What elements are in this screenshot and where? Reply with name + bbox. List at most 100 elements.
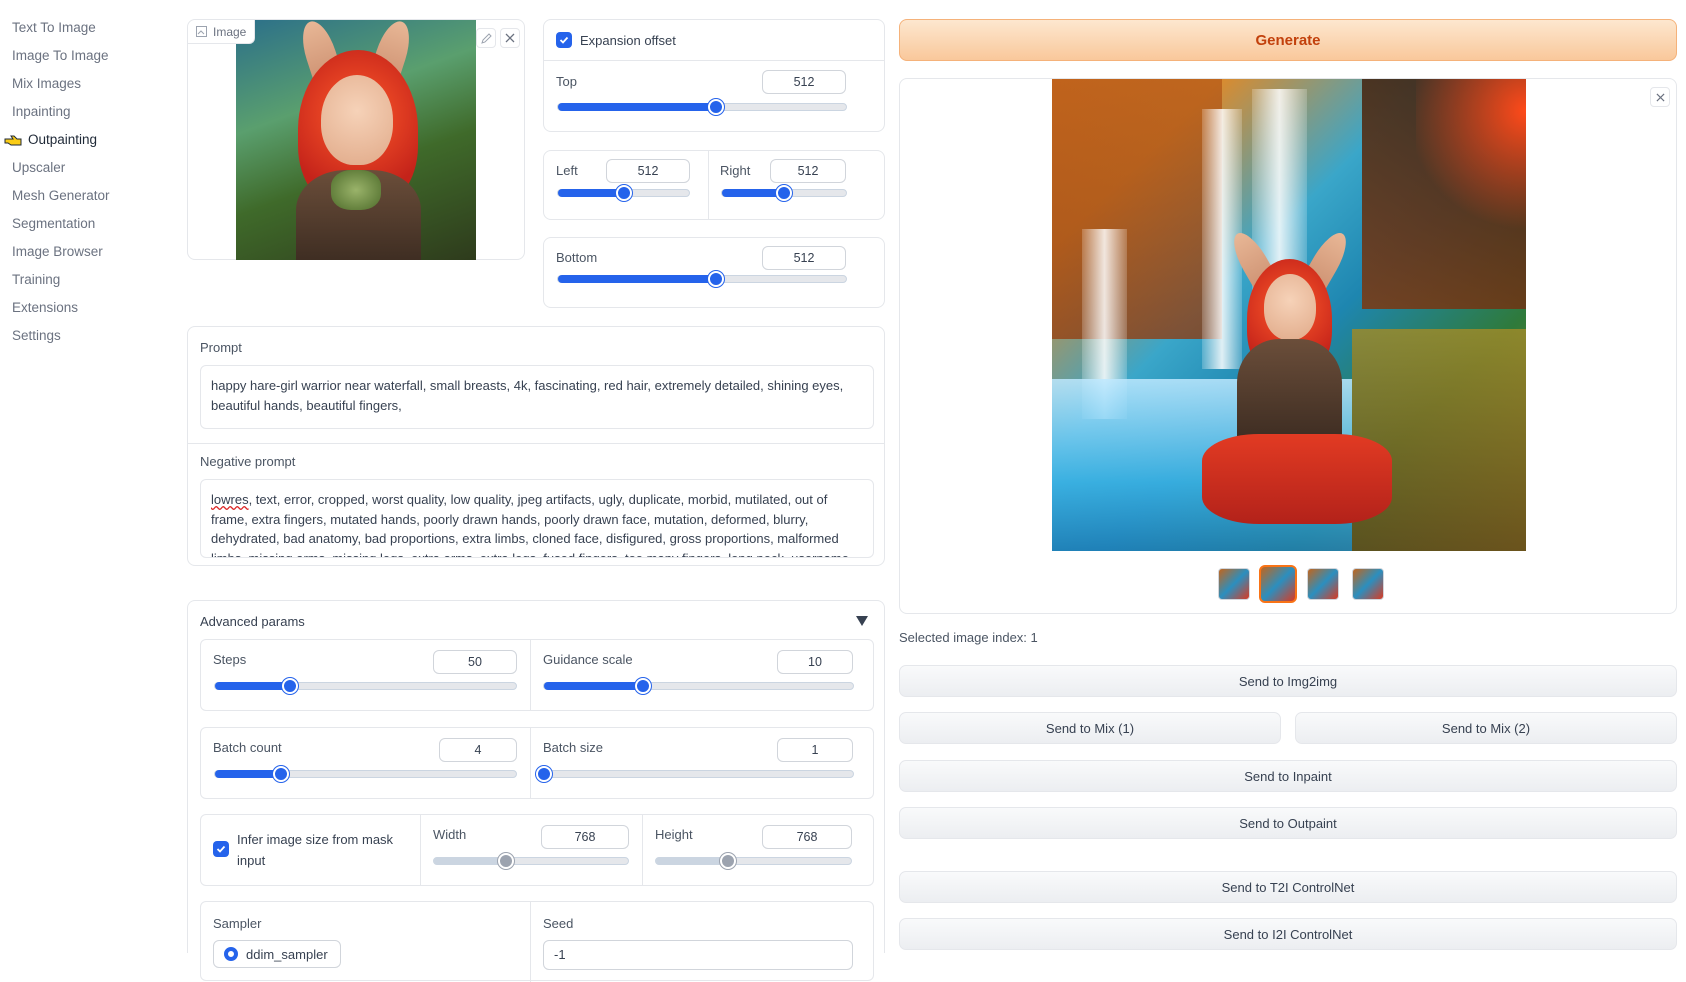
sidebar: Text To Image Image To Image Mix Images … — [0, 0, 180, 953]
triangle-down-icon — [856, 616, 868, 626]
seed-input[interactable]: -1 — [543, 940, 853, 970]
height-slider[interactable] — [655, 853, 852, 869]
sampler-option-label: ddim_sampler — [246, 946, 328, 962]
image-tag-label: Image — [213, 24, 247, 39]
left-label: Left — [556, 163, 578, 178]
prompt-label: Prompt — [200, 340, 242, 355]
sampler-label: Sampler — [213, 916, 262, 931]
negative-prompt-input[interactable]: lowres, text, error, cropped, worst qual… — [200, 479, 874, 558]
sidebar-item-outpainting[interactable]: Outpainting — [0, 126, 180, 154]
right-input[interactable]: 512 — [770, 159, 846, 183]
steps-input[interactable]: 50 — [433, 650, 517, 674]
size-row: Infer image size from mask input Width 7… — [200, 814, 874, 886]
input-image-panel[interactable]: Image — [187, 19, 525, 260]
guidance-scale-label: Guidance scale — [543, 652, 633, 667]
close-icon — [505, 33, 515, 43]
steps-slider[interactable] — [214, 678, 517, 694]
sidebar-item-label: Outpainting — [28, 132, 98, 147]
generate-button[interactable]: Generate — [899, 19, 1677, 61]
right-slider[interactable] — [721, 185, 847, 201]
sidebar-item-upscaler[interactable]: Upscaler — [0, 154, 180, 182]
expansion-top-panel: Expansion offset Top 512 — [543, 19, 885, 132]
sidebar-item-image-to-image[interactable]: Image To Image — [0, 42, 180, 70]
close-icon — [1655, 92, 1665, 102]
top-input[interactable]: 512 — [762, 70, 846, 94]
input-image — [236, 20, 476, 260]
image-icon — [196, 26, 207, 37]
negative-prompt-text: , text, error, cropped, worst quality, l… — [211, 492, 849, 558]
pointing-hand-icon — [4, 135, 22, 146]
steps-guidance-row: Steps 50 Guidance scale 10 — [200, 639, 874, 711]
close-gallery-button[interactable] — [1650, 87, 1670, 107]
misspelled-word: lowres — [211, 492, 249, 507]
left-slider[interactable] — [557, 185, 690, 201]
image-tag: Image — [188, 20, 256, 44]
sidebar-item-extensions[interactable]: Extensions — [0, 294, 180, 322]
sidebar-item-inpainting[interactable]: Inpainting — [0, 98, 180, 126]
advanced-params-title: Advanced params — [200, 614, 305, 629]
pencil-icon — [480, 32, 492, 44]
send-to-t2i-controlnet-button[interactable]: Send to T2I ControlNet — [899, 871, 1677, 903]
output-thumbnail-3[interactable] — [1352, 568, 1384, 600]
expansion-offset-checkbox-row[interactable]: Expansion offset — [556, 32, 676, 48]
send-to-mix-2-button[interactable]: Send to Mix (2) — [1295, 712, 1677, 744]
sidebar-item-image-browser[interactable]: Image Browser — [0, 238, 180, 266]
batch-row: Batch count 4 Batch size 1 — [200, 727, 874, 799]
prompt-input[interactable]: happy hare-girl warrior near waterfall, … — [200, 365, 874, 429]
sidebar-item-training[interactable]: Training — [0, 266, 180, 294]
check-icon — [216, 845, 226, 853]
radio-selected-icon — [224, 947, 238, 961]
expansion-left-right-panel: Left 512 Right 512 — [543, 150, 885, 220]
batch-count-slider[interactable] — [214, 766, 517, 782]
expansion-offset-checkbox[interactable] — [556, 32, 572, 48]
sampler-seed-row: Sampler ddim_sampler Seed -1 — [200, 901, 874, 982]
send-to-mix-1-button[interactable]: Send to Mix (1) — [899, 712, 1281, 744]
bottom-label: Bottom — [556, 250, 598, 265]
top-label: Top — [556, 74, 577, 89]
guidance-scale-input[interactable]: 10 — [777, 650, 853, 674]
send-to-img2img-button[interactable]: Send to Img2img — [899, 665, 1677, 697]
seed-label: Seed — [543, 916, 574, 931]
guidance-scale-slider[interactable] — [543, 678, 854, 694]
height-input[interactable]: 768 — [762, 825, 852, 849]
sidebar-item-mesh-generator[interactable]: Mesh Generator — [0, 182, 180, 210]
output-thumbnail-1[interactable] — [1259, 565, 1297, 603]
expansion-bottom-panel: Bottom 512 — [543, 237, 885, 308]
send-to-inpaint-button[interactable]: Send to Inpaint — [899, 760, 1677, 792]
batch-count-label: Batch count — [213, 740, 282, 755]
send-to-i2i-controlnet-button[interactable]: Send to I2I ControlNet — [899, 918, 1677, 950]
clear-image-button[interactable] — [500, 28, 520, 48]
sidebar-item-segmentation[interactable]: Segmentation — [0, 210, 180, 238]
sidebar-item-settings[interactable]: Settings — [0, 322, 180, 350]
output-gallery — [899, 78, 1677, 614]
output-thumbnail-2[interactable] — [1307, 568, 1339, 600]
bottom-slider[interactable] — [557, 271, 847, 287]
negative-prompt-label: Negative prompt — [200, 454, 296, 469]
left-input[interactable]: 512 — [606, 159, 690, 183]
height-label: Height — [655, 827, 693, 842]
width-slider[interactable] — [433, 853, 629, 869]
edit-image-button[interactable] — [476, 28, 496, 48]
advanced-params-panel: Advanced params Steps 50 Guidance scale … — [187, 600, 885, 982]
bottom-input[interactable]: 512 — [762, 246, 846, 270]
selected-image-index: Selected image index: 1 — [899, 630, 1038, 645]
top-slider[interactable] — [557, 99, 847, 115]
infer-size-label: Infer image size from mask input — [237, 832, 394, 868]
expansion-offset-label: Expansion offset — [580, 32, 676, 48]
batch-size-label: Batch size — [543, 740, 603, 755]
sampler-option[interactable]: ddim_sampler — [213, 940, 341, 968]
send-to-outpaint-button[interactable]: Send to Outpaint — [899, 807, 1677, 839]
sidebar-item-text-to-image[interactable]: Text To Image — [0, 14, 180, 42]
sidebar-item-mix-images[interactable]: Mix Images — [0, 70, 180, 98]
width-label: Width — [433, 827, 467, 842]
steps-label: Steps — [213, 652, 247, 667]
width-input[interactable]: 768 — [541, 825, 629, 849]
batch-count-input[interactable]: 4 — [439, 738, 517, 762]
advanced-params-header[interactable]: Advanced params — [188, 601, 884, 641]
output-thumbnail-0[interactable] — [1218, 568, 1250, 600]
output-image[interactable] — [1052, 79, 1526, 551]
batch-size-input[interactable]: 1 — [777, 738, 853, 762]
check-icon — [559, 36, 569, 44]
infer-size-checkbox[interactable] — [213, 841, 229, 857]
batch-size-slider[interactable] — [536, 766, 854, 782]
